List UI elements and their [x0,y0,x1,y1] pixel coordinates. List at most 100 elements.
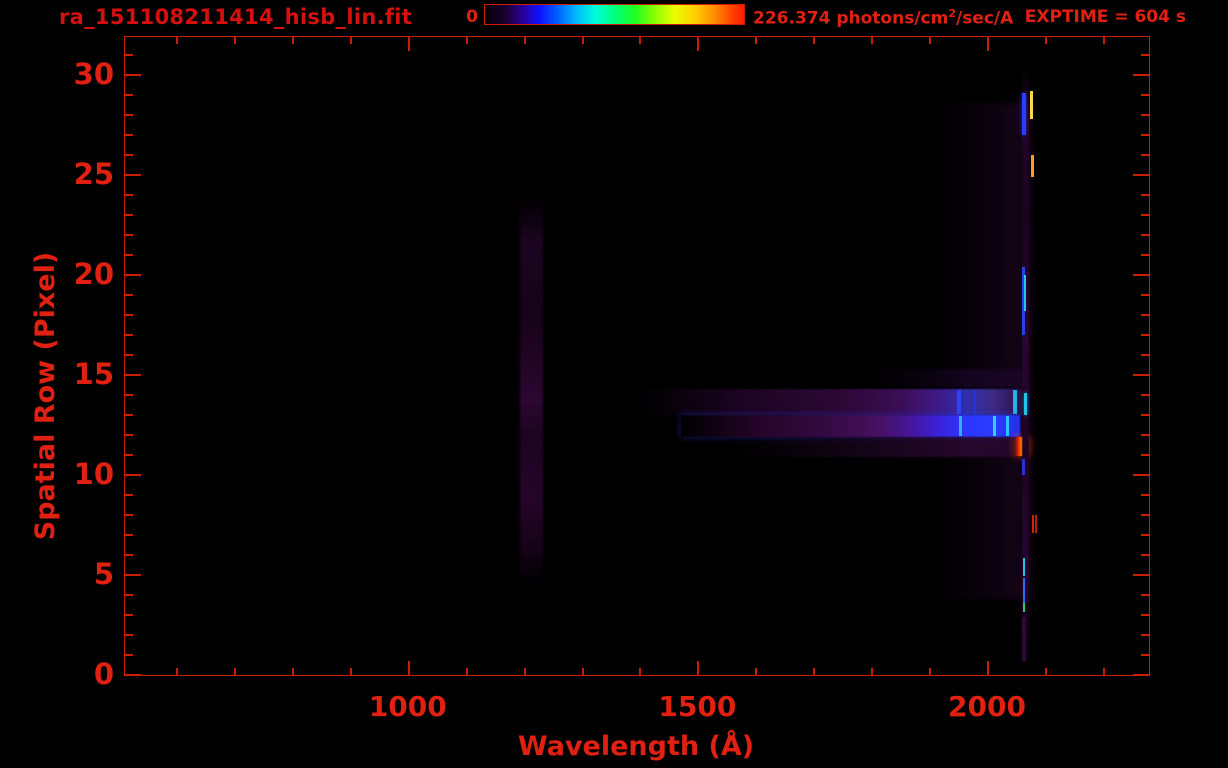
tick-mark [465,668,468,675]
tick-mark [349,668,352,675]
tick-mark [1133,474,1149,476]
spectrogram-heatmap [125,37,1149,675]
tick-mark [407,37,410,51]
exptime-label: EXPTIME = 604 s [1024,7,1186,27]
line-seg-red-8b [1034,515,1037,533]
tick-mark [465,37,468,44]
tick-mark [639,37,642,44]
tick-mark [523,668,526,675]
line-seg-blue-10 [1022,459,1026,475]
tick-mark [125,134,133,136]
tick-mark [581,668,584,675]
line-seg-cyan-5 [1022,558,1026,576]
tick-mark [125,554,133,556]
tick-mark [1141,534,1149,536]
tick-mark [125,354,133,356]
tick-mark [125,214,133,216]
tick-mark [125,374,141,376]
tick-mark [125,114,133,116]
tick-mark [1141,234,1149,236]
tick-mark [125,394,133,396]
colorbar-max-value: 226.374 photons/cm [753,8,949,29]
tick-mark [929,668,932,675]
x-axis-title: Wavelength (Å) [517,731,755,762]
tick-mark [697,661,700,675]
tick-mark [1133,174,1149,176]
tick-mark [125,154,133,156]
tick-mark [1141,114,1149,116]
tick-mark [581,37,584,44]
tick-mark [234,37,237,44]
tick-mark [871,668,874,675]
streak-row15-faint [866,369,1022,387]
tick-mark [1133,574,1149,576]
tick-mark [176,668,179,675]
tick-mark [1141,394,1149,396]
tick-mark [1141,94,1149,96]
y-tick-label: 30 [73,57,114,91]
tick-mark [125,614,133,616]
diffuse-glow-right [932,103,1034,599]
line-seg-red-8a [1032,515,1034,533]
tick-mark [1141,54,1149,56]
plot-title: ra_151108211414_hisb_lin.fit [59,5,413,29]
colorbar-max-superscript: 2 [948,7,956,20]
streak-lower [733,437,1014,457]
tick-mark [813,37,816,44]
tick-mark [125,574,141,576]
y-tick-label: 0 [93,657,114,691]
colorbar-max-units: /sec/A [955,8,1014,29]
tick-mark [1141,314,1149,316]
tick-mark [986,37,989,51]
x-tick-label: 1000 [368,690,447,723]
tick-mark [125,514,133,516]
colorbar-max-label: 226.374 photons/cm2/sec/A [753,7,1013,29]
tick-mark [125,74,141,76]
tick-mark [176,37,179,44]
x-tick-label: 2000 [948,690,1026,723]
y-tick-label: 25 [73,157,114,191]
tick-mark [1141,154,1149,156]
tick-mark [1141,594,1149,596]
tick-mark [125,594,133,596]
tick-mark [986,661,989,675]
tick-mark [813,668,816,675]
tick-mark [291,37,294,44]
y-axis-title: Spatial Row (Pixel) [30,251,61,541]
line-seg-green-3 [1022,603,1026,612]
tick-mark [1141,654,1149,656]
tick-mark [125,654,133,656]
tick-mark [1141,634,1149,636]
streak-upper-line-1978 [973,390,977,414]
line-seg-cyan-14 [1023,393,1027,415]
streak-upper [640,389,1022,415]
tick-mark [1141,334,1149,336]
tick-mark [125,494,133,496]
streak-main-line-2034 [1005,416,1009,436]
tick-mark [125,274,141,276]
line-seg-blue-top [1022,93,1026,135]
tick-mark [349,37,352,44]
tick-mark [1141,554,1149,556]
tick-mark [125,314,133,316]
tick-mark [1141,454,1149,456]
tick-mark [1133,274,1149,276]
airglow-band-1216 [520,195,544,585]
tick-mark [755,37,758,44]
tick-mark [1141,414,1149,416]
tick-mark [125,434,133,436]
tick-mark [1102,37,1105,44]
tick-mark [125,294,133,296]
tick-mark [1044,668,1047,675]
streak-main-line-2012 [993,416,997,436]
tick-mark [1141,494,1149,496]
tick-mark [125,174,141,176]
tick-mark [1044,37,1047,44]
line-seg-cyan-19 [1023,275,1027,311]
colorbar [484,4,745,25]
tick-mark [1133,674,1149,676]
tick-mark [1141,254,1149,256]
tick-mark [639,668,642,675]
tick-mark [755,668,758,675]
tick-mark [125,94,133,96]
